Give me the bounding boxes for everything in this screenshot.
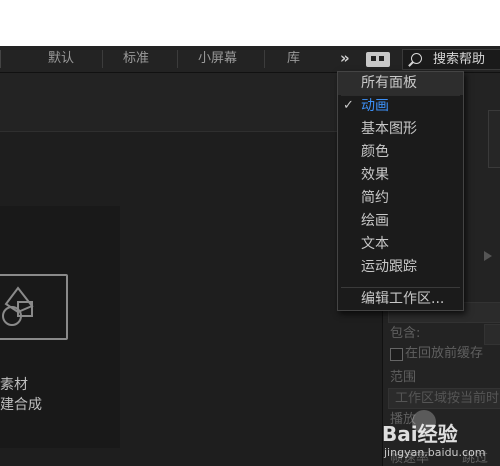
menu-item-paint[interactable]: 绘画 [338,210,463,233]
cache-checkbox[interactable] [390,348,403,361]
search-icon [411,53,422,64]
play-icon[interactable] [484,251,492,261]
workspace-small-screen[interactable]: 小屏幕 [198,50,237,68]
workspace-divider [264,50,265,68]
menu-item-text[interactable]: 文本 [338,233,463,256]
include-field[interactable] [484,324,500,345]
menu-item-label: 基本图形 [361,121,417,137]
checkmark-icon: ✓ [343,98,354,113]
workspace-bar: 默认 标准 小屏幕 库 » 搜索帮助 [0,46,500,73]
menu-item-effects[interactable]: 效果 [338,164,463,187]
range-label: 范围 [390,370,417,385]
workspace-standard[interactable]: 标准 [123,50,149,68]
menu-item-label: 动画 [361,98,389,114]
menu-item-label: 文本 [361,236,389,252]
menu-item-label: 绘画 [361,213,389,229]
menu-item-color[interactable]: 颜色 [338,141,463,164]
keyboard-shortcuts-icon[interactable] [366,52,390,67]
cache-label: 在回放前缓存 [405,346,484,361]
after-effects-window: 默认 标准 小屏幕 库 » 搜索帮助 素材 建合成 包含: 在回放前缓存 范围 … [0,46,500,466]
range-dropdown[interactable]: 工作区域按当前时 [388,388,500,409]
menu-item-animation[interactable]: ✓ 动画 [338,95,463,118]
workspace-divider [102,50,103,68]
menu-item-label: 编辑工作区... [361,291,445,307]
menu-item-label: 效果 [361,167,389,183]
include-label: 包含: [390,326,421,341]
watermark-brand: Bai经验 [382,422,458,446]
workspace-divider [0,50,1,68]
footage-composition-icon[interactable] [0,274,68,340]
range-value: 工作区域按当前时 [395,391,500,406]
new-composition-line1[interactable]: 素材 [0,376,28,394]
workspace-dropdown-menu: 所有面板 ✓ 动画 基本图形 颜色 效果 简约 绘画 文本 运动跟踪 编辑工作区 [337,71,464,311]
workspace-divider [177,50,178,68]
menu-item-motion-tracking[interactable]: 运动跟踪 [338,256,463,279]
search-help-field[interactable]: 搜索帮助 [402,49,500,70]
menu-item-label: 所有面板 [361,75,417,91]
panel-block [488,110,500,168]
menu-item-label: 简约 [361,190,389,206]
menu-item-essential-graphics[interactable]: 基本图形 [338,118,463,141]
menu-item-label: 运动跟踪 [361,259,417,275]
search-help-label: 搜索帮助 [433,52,486,67]
project-panel [0,73,340,132]
menu-item-all-panels[interactable]: 所有面板 [338,72,463,95]
menu-item-edit-workspaces[interactable]: 编辑工作区... [338,287,463,310]
workspace-library[interactable]: 库 [287,50,300,68]
workspace-default[interactable]: 默认 [48,50,74,68]
workspace-overflow-button[interactable]: » [340,49,350,67]
menu-item-label: 颜色 [361,144,389,160]
watermark-url: jingyan.baidu.com [384,446,486,459]
new-composition-line2[interactable]: 建合成 [0,396,42,414]
menu-item-minimal[interactable]: 简约 [338,187,463,210]
